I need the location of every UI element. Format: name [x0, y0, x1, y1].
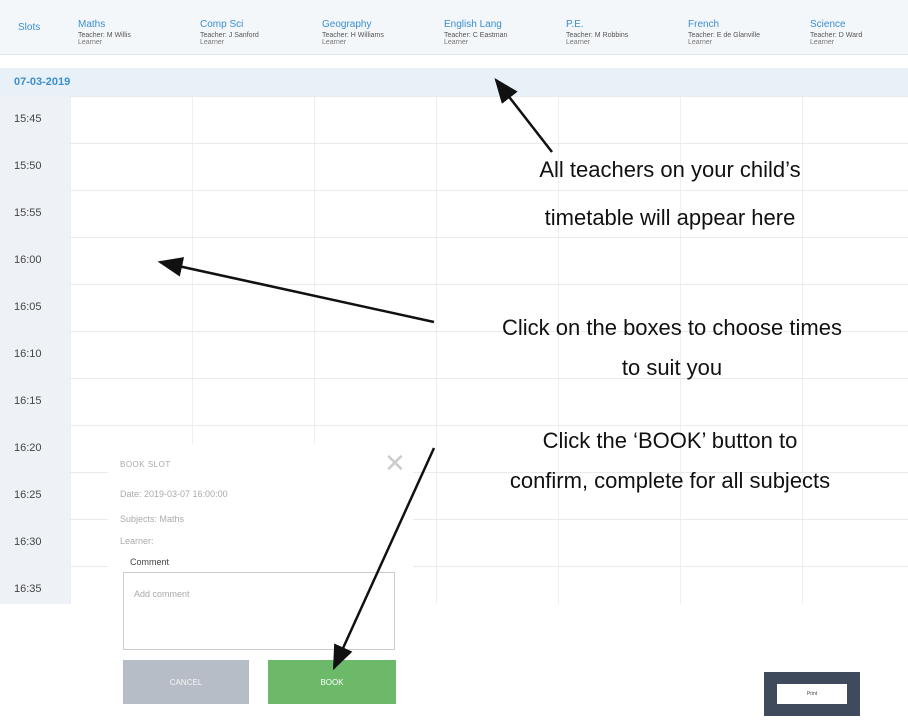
modal-subjects-line: Subjects: Maths: [120, 514, 185, 524]
book-button[interactable]: BOOK: [268, 660, 396, 704]
teacher-header-row: Slots Maths Teacher: M Willis Learner Co…: [0, 0, 908, 55]
teacher-name: Teacher: M Robbins: [566, 31, 629, 39]
annotation-boxes-line2: to suit you: [621, 355, 723, 380]
annotation-book-line2: confirm, complete for all subjects: [509, 468, 831, 493]
teacher-column-science: Science Teacher: D Ward Learner: [810, 19, 863, 46]
learner-label: Learner: [810, 38, 835, 46]
subject-name[interactable]: Science: [810, 19, 862, 31]
comment-input[interactable]: Add comment: [123, 572, 395, 650]
subject-name[interactable]: French: [688, 19, 760, 31]
teacher-column-french: French Teacher: E de Glanville Learner: [688, 19, 760, 46]
time-slot-label: 16:30: [14, 536, 42, 548]
date-band: 07-03-2019: [0, 68, 908, 96]
time-slot-label: 15:45: [14, 113, 42, 125]
teacher-column-english-lang: English Lang Teacher: C Eastman Learner: [444, 19, 508, 46]
subject-name[interactable]: P.E.: [566, 19, 628, 31]
subject-name[interactable]: English Lang: [444, 19, 507, 31]
teacher-column-pe: P.E. Teacher: M Robbins Learner: [566, 19, 629, 46]
subject-name[interactable]: Geography: [322, 19, 384, 31]
print-button-label: Print: [777, 684, 847, 704]
close-icon[interactable]: ✕: [384, 450, 406, 476]
time-slot-label: 16:00: [14, 254, 42, 266]
book-slot-modal: BOOK SLOT ✕ Date: 2019-03-07 16:00:00 Su…: [108, 444, 413, 724]
learner-label: Learner: [78, 38, 103, 46]
learner-label: Learner: [566, 38, 591, 46]
slots-label: Slots: [18, 22, 41, 33]
annotation-book-line1: Click the ‘BOOK’ button to: [542, 428, 798, 453]
time-slot-label: 16:05: [14, 301, 42, 313]
annotation-teachers-line1: All teachers on your child’s: [539, 157, 801, 182]
learner-label: Learner: [322, 38, 347, 46]
annotation-teachers-line2: timetable will appear here: [544, 205, 796, 230]
modal-learner-line: Learner:: [120, 536, 154, 546]
cancel-button[interactable]: CANCEL: [123, 660, 249, 704]
time-slot-label: 16:20: [14, 442, 42, 454]
time-slot-label: 16:35: [14, 583, 42, 595]
teacher-column-maths: Maths Teacher: M Willis Learner: [78, 19, 131, 46]
comment-label: Comment: [130, 557, 170, 567]
annotation-boxes-line1: Click on the boxes to choose times: [502, 315, 842, 340]
time-slot-label: 15:55: [14, 207, 42, 219]
teacher-column-geography: Geography Teacher: H Williams Learner: [322, 19, 384, 46]
subject-name[interactable]: Maths: [78, 19, 131, 31]
print-button[interactable]: Print: [764, 672, 860, 716]
time-slot-label: 16:25: [14, 489, 42, 501]
time-slot-label: 15:50: [14, 160, 42, 172]
time-slot-label: 16:10: [14, 348, 42, 360]
teacher-name: Teacher: M Willis: [78, 31, 131, 39]
teacher-name: Teacher: D Ward: [810, 31, 863, 39]
teacher-column-comp-sci: Comp Sci Teacher: J Sanford Learner: [200, 19, 259, 46]
teacher-name: Teacher: E de Glanville: [688, 31, 760, 39]
learner-label: Learner: [200, 38, 225, 46]
teacher-name: Teacher: J Sanford: [200, 31, 259, 39]
modal-title: BOOK SLOT: [120, 460, 171, 469]
teacher-name: Teacher: H Williams: [322, 31, 384, 39]
time-slot-label: 16:15: [14, 395, 42, 407]
learner-label: Learner: [444, 38, 469, 46]
modal-date-line: Date: 2019-03-07 16:00:00: [120, 489, 228, 499]
subject-name[interactable]: Comp Sci: [200, 19, 259, 31]
teacher-name: Teacher: C Eastman: [444, 31, 508, 39]
learner-label: Learner: [688, 38, 713, 46]
date-label: 07-03-2019: [14, 76, 71, 88]
